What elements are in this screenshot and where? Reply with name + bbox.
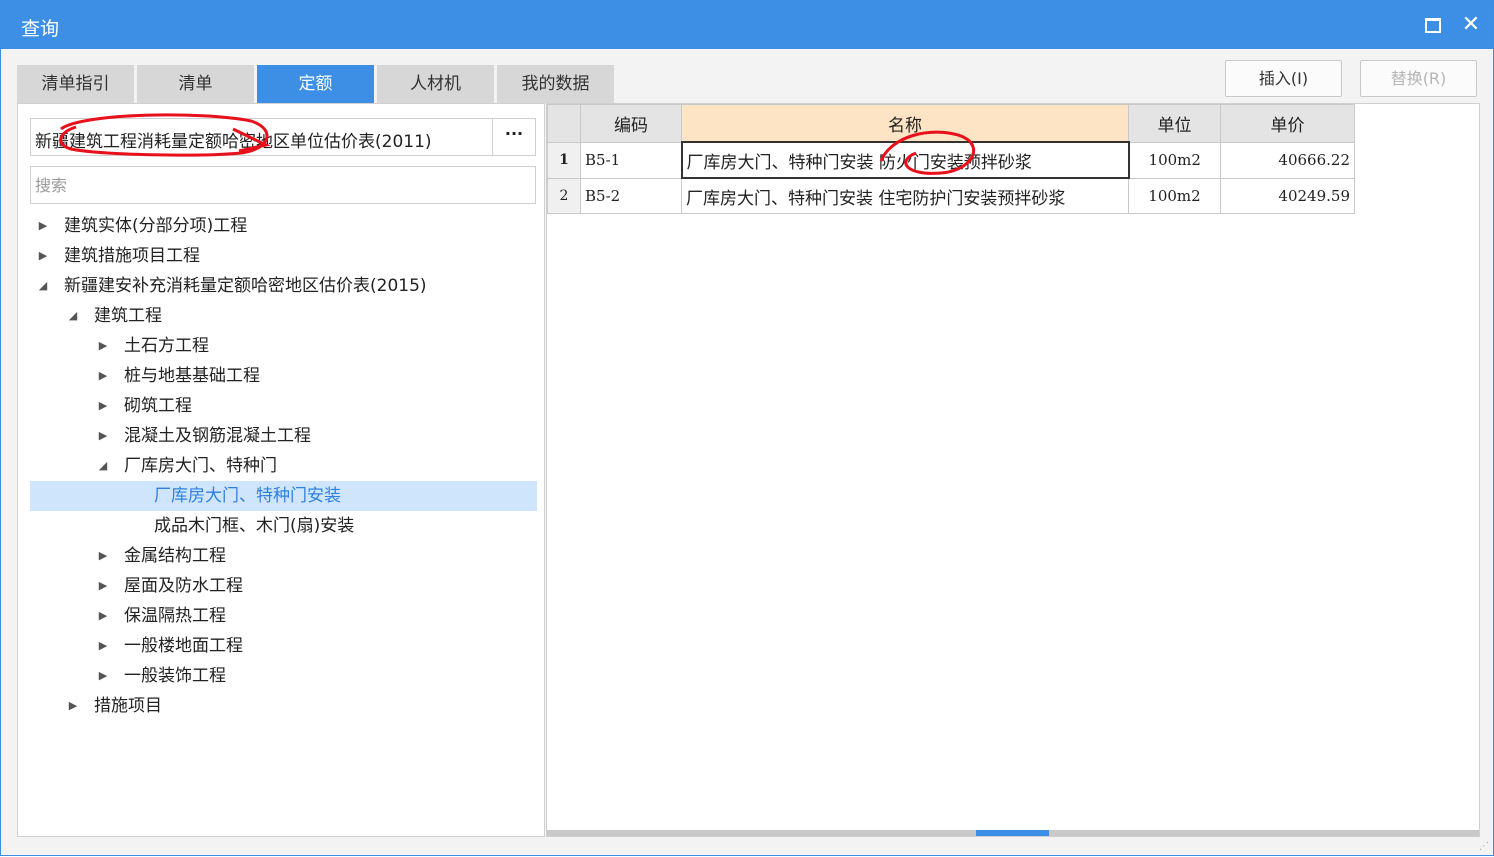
annotation-overlay: [59, 113, 975, 175]
annotation-scribble-library: [59, 113, 269, 157]
resize-grip-icon[interactable]: ⋰: [1479, 841, 1489, 852]
annotation-scribble-name: [879, 130, 975, 175]
query-dialog: 查询 ✕ 清单指引 清单 定额 人材机 我的数据 插入(I) 替换(R) 新疆建…: [0, 0, 1494, 856]
